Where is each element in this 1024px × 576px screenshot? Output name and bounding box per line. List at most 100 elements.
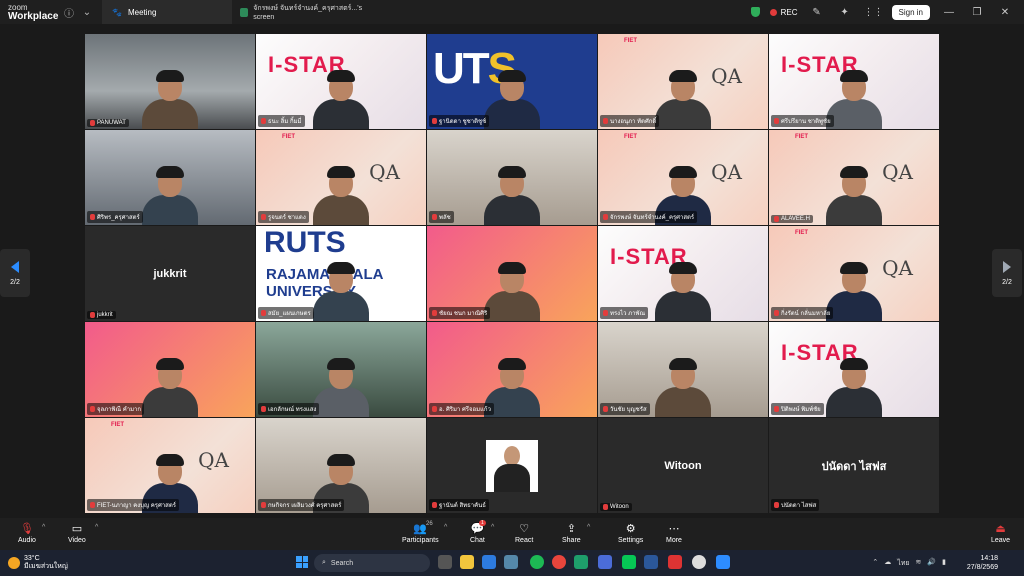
sign-in-button[interactable]: Sign in bbox=[891, 4, 930, 20]
line-icon[interactable] bbox=[622, 555, 636, 569]
magic-wand-icon[interactable]: ✎ bbox=[808, 7, 826, 18]
participant-name: นางอนุภา ทัตศักดิ์ bbox=[610, 119, 657, 125]
restore-icon[interactable]: ❐ bbox=[968, 7, 986, 18]
weather-widget[interactable]: 33°C มีเมฆส่วนใหญ่ bbox=[0, 555, 120, 571]
share-screen-icon: ⇪ bbox=[566, 522, 576, 535]
more-button[interactable]: ⋯ More bbox=[666, 522, 682, 545]
participants-button[interactable]: 👥 Participants bbox=[402, 522, 439, 545]
camera-app-icon[interactable] bbox=[438, 555, 452, 569]
mic-muted-icon bbox=[90, 120, 95, 126]
participant-tile[interactable]: FIET QA จักรพงษ์ จันทร์จำนงค์_ครุศาสตร์ bbox=[598, 130, 768, 225]
chat-options-chevron-icon[interactable]: ^ bbox=[491, 524, 494, 531]
pdf-icon[interactable] bbox=[668, 555, 682, 569]
edge-icon[interactable] bbox=[574, 555, 588, 569]
participant-name-tag: ศรีปรียาน ชาติพูชัย bbox=[771, 115, 834, 127]
wifi-icon[interactable]: ≋ bbox=[916, 558, 922, 569]
participant-tile[interactable]: วันชัย บุญชรัส bbox=[598, 322, 768, 417]
participant-tile[interactable]: จุลภาพิณี คำมาก bbox=[85, 322, 255, 417]
mail-icon[interactable] bbox=[482, 555, 496, 569]
chrome-icon[interactable] bbox=[552, 555, 566, 569]
close-icon[interactable]: ✕ bbox=[996, 7, 1014, 18]
tab-meeting[interactable]: 🐾 Meeting bbox=[102, 0, 232, 24]
taskbar-search[interactable]: ⌕ Search bbox=[314, 554, 430, 572]
recording-indicator[interactable]: REC bbox=[769, 8, 798, 17]
participant-tile[interactable]: I-STAR ศรีปรียาน ชาติพูชัย bbox=[769, 34, 939, 129]
participant-tile[interactable]: PANUWAT bbox=[85, 34, 255, 129]
sparkle-icon[interactable]: ✦ bbox=[836, 7, 854, 18]
windows-start-icon[interactable] bbox=[296, 556, 308, 568]
participant-tile[interactable]: ปนัดดา ไสฟส ปนัดดา ไสฟส bbox=[769, 418, 939, 513]
video-options-chevron-icon[interactable]: ^ bbox=[95, 524, 98, 531]
settings-button[interactable]: ⚙ Settings bbox=[618, 522, 643, 545]
participant-tile[interactable]: FIET QA กิ่งรัตน์ กลั่นมหาลัย bbox=[769, 226, 939, 321]
spotify-icon[interactable] bbox=[530, 555, 544, 569]
leave-button[interactable]: ⏏ Leave bbox=[991, 522, 1010, 545]
rut-logo-graphic: RUTS bbox=[264, 226, 346, 259]
react-label: React bbox=[515, 537, 534, 544]
audio-options-chevron-icon[interactable]: ^ bbox=[42, 524, 45, 531]
info-icon[interactable]: ⓘ bbox=[60, 5, 78, 20]
participant-tile[interactable]: I-STAR ปิติพงษ์ พิมพ์ชัย bbox=[769, 322, 939, 417]
video-button[interactable]: ▭ Video bbox=[68, 522, 86, 545]
zoom-app-icon[interactable] bbox=[716, 555, 730, 569]
chevron-up-icon[interactable]: ⌃ bbox=[872, 558, 878, 569]
clock[interactable]: 14:18 27/8/2569 bbox=[967, 554, 998, 572]
share-options-chevron-icon[interactable]: ^ bbox=[587, 524, 590, 531]
participants-options-chevron-icon[interactable]: ^ bbox=[444, 524, 447, 531]
mic-muted-icon bbox=[90, 502, 95, 508]
participant-tile[interactable]: ศิริพร_ครุศาสตร์ bbox=[85, 130, 255, 225]
participant-name: จุลภาพิณี คำมาก bbox=[97, 407, 142, 413]
store-icon[interactable] bbox=[504, 555, 518, 569]
grid-icon[interactable]: ⋮⋮ bbox=[864, 7, 884, 18]
react-button[interactable]: ♡ React bbox=[515, 522, 534, 545]
language-indicator[interactable]: ไทย bbox=[897, 558, 909, 569]
participant-tile[interactable]: Witoon Witoon bbox=[598, 418, 768, 513]
participant-tile[interactable]: UTS ฐานิดดา ชูชาติชูช์ bbox=[427, 34, 597, 129]
participant-tile[interactable]: jukkrit jukkrit bbox=[85, 226, 255, 321]
participant-tile[interactable]: I-STAR ทรงไว ภาพัณ bbox=[598, 226, 768, 321]
chevron-down-icon[interactable]: ⌄ bbox=[78, 7, 96, 18]
minimize-icon[interactable]: — bbox=[940, 7, 958, 18]
page-previous-button[interactable]: 2/2 bbox=[0, 249, 30, 297]
participant-tile[interactable]: พลัช bbox=[427, 130, 597, 225]
qa-slide-graphic: QA bbox=[882, 256, 913, 280]
participant-tile[interactable]: FIET QA รูจนตร์ ชาแดง bbox=[256, 130, 426, 225]
participant-video bbox=[484, 262, 540, 321]
page-next-button[interactable]: 2/2 bbox=[992, 249, 1022, 297]
battery-icon[interactable]: ▮ bbox=[942, 558, 946, 569]
qa-slide-graphic: QA bbox=[882, 160, 913, 184]
tab-shared-screen[interactable]: จักรพงษ์ จันทร์จำนงค์_ครุศาสตร์...'s scr… bbox=[232, 0, 382, 24]
participant-tile[interactable]: I-STAR ธนะ ลิ้ม กิ้มมี่ bbox=[256, 34, 426, 129]
participant-name: ชัยณ ชนก มาณิศิริ bbox=[439, 311, 488, 317]
participant-tile[interactable]: ชัยณ ชนก มาณิศิริ bbox=[427, 226, 597, 321]
notes-icon[interactable] bbox=[598, 555, 612, 569]
word-icon[interactable] bbox=[644, 555, 658, 569]
chat-button[interactable]: 💬 1 Chat bbox=[470, 520, 486, 544]
shield-icon[interactable] bbox=[750, 7, 760, 17]
share-button[interactable]: ⇪ Share bbox=[562, 522, 581, 545]
mic-muted-icon bbox=[603, 310, 608, 316]
participant-name: กิ่งรัตน์ กลั่นมหาลัย bbox=[781, 311, 831, 317]
participant-tile[interactable]: เอกลักษณ์ ทรงแสง bbox=[256, 322, 426, 417]
fiet-slide-graphic: FIET bbox=[624, 38, 637, 44]
participant-tile[interactable]: อ. ศิริมา ศรีจอมแก้ว bbox=[427, 322, 597, 417]
leave-door-icon: ⏏ bbox=[995, 522, 1006, 535]
participant-tile[interactable]: กษกิจกร เผลิมวงศ์ ครุศาสตร์ bbox=[256, 418, 426, 513]
onedrive-icon[interactable]: ☁ bbox=[884, 558, 891, 569]
screen-share-icon bbox=[240, 7, 249, 17]
paw-icon: 🐾 bbox=[112, 7, 122, 17]
media-player-icon[interactable] bbox=[692, 555, 706, 569]
participant-tile[interactable]: RUTS RAJAMANGALA UNIVERSITY สมัย_แผนเกษตร bbox=[256, 226, 426, 321]
mic-muted-icon bbox=[261, 406, 266, 412]
audio-button[interactable]: 🎙 Audio bbox=[18, 522, 36, 545]
title-bar: zoom Workplace ⓘ ⌄ 🐾 Meeting จักรพงษ์ จั… bbox=[0, 0, 1024, 24]
mic-muted-icon bbox=[603, 118, 608, 124]
participant-tile[interactable]: FIET QA นางอนุภา ทัตศักดิ์ bbox=[598, 34, 768, 129]
file-explorer-icon[interactable] bbox=[460, 555, 474, 569]
participant-tile[interactable]: FIET QA ALAVEE.H bbox=[769, 130, 939, 225]
gear-icon: ⚙ bbox=[625, 522, 636, 535]
participant-tile[interactable]: FIET QA FIET-นภาญา คงบุญ ครุศาสตร์ bbox=[85, 418, 255, 513]
volume-icon[interactable]: 🔊 bbox=[927, 558, 936, 569]
participant-name-tag: ฐานันต์ สิทธาคันธ์ bbox=[429, 499, 489, 511]
participant-tile[interactable]: ฐานันต์ สิทธาคันธ์ bbox=[427, 418, 597, 513]
